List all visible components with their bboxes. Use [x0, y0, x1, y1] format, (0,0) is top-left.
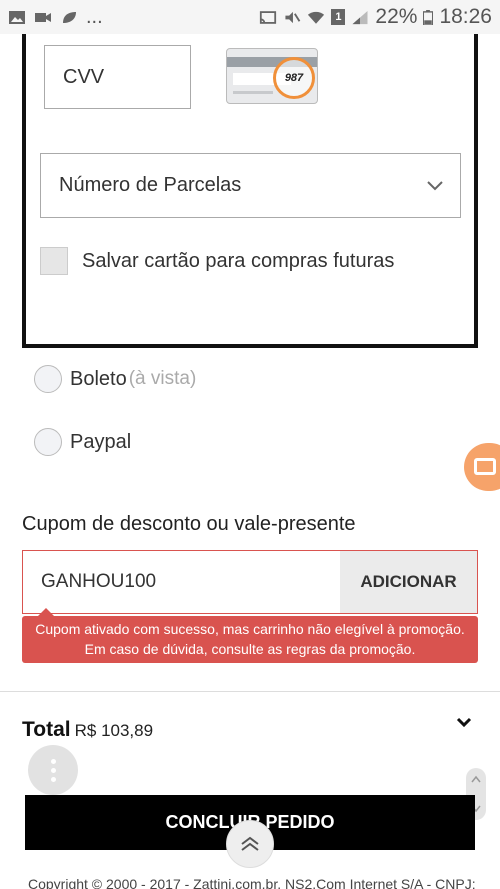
- order-total: Total R$ 103,89: [22, 718, 153, 742]
- signal-icon: [352, 10, 368, 24]
- status-bar-system: 1 22% 18:26: [259, 5, 492, 29]
- coupon-value: GANHOU100: [41, 571, 157, 592]
- divider: [0, 691, 500, 692]
- total-label: Total: [22, 718, 71, 741]
- cvv-input[interactable]: CVV: [44, 45, 191, 109]
- chevron-down-icon: [427, 181, 443, 191]
- save-card-checkbox[interactable]: [40, 247, 68, 275]
- cvv-highlight: 987: [273, 57, 315, 99]
- sim-badge: 1: [335, 11, 342, 23]
- coupon-title: Cupom de desconto ou vale-presente: [22, 513, 356, 535]
- battery-icon: [423, 9, 434, 25]
- boleto-sublabel: (à vista): [128, 368, 197, 389]
- sim-icon: 1: [331, 9, 346, 25]
- wifi-icon: [308, 11, 325, 24]
- more-dot-icon: [50, 758, 56, 764]
- payment-option-boleto[interactable]: Boleto (à vista): [34, 365, 196, 393]
- chevron-down-icon[interactable]: [455, 716, 473, 730]
- total-value: R$ 103,89: [74, 721, 154, 740]
- status-bar-notifications: ...: [8, 5, 103, 28]
- image-icon: [9, 10, 25, 24]
- leaf-icon: [63, 11, 76, 23]
- installments-select[interactable]: Número de Parcelas: [40, 153, 461, 218]
- boleto-label: Boleto: [70, 367, 127, 390]
- coupon-input[interactable]: GANHOU100: [23, 551, 340, 613]
- paypal-label: Paypal: [70, 430, 132, 453]
- mute-icon: [285, 11, 301, 23]
- coupon-field-group: GANHOU100 ADICIONAR: [22, 550, 478, 614]
- save-card-option: Salvar cartão para compras futuras: [40, 247, 394, 275]
- status-bar: ... 1 22% 18:26: [0, 0, 500, 34]
- more-dot-icon: [50, 776, 56, 782]
- cast-icon: [260, 10, 277, 24]
- card-print-line: [233, 91, 273, 94]
- coupon-alert-line-1: Cupom ativado com sucesso, mas carrinho …: [35, 621, 465, 637]
- installments-placeholder: Número de Parcelas: [59, 174, 242, 196]
- cvv-placeholder: CVV: [63, 65, 105, 88]
- boleto-radio[interactable]: [34, 365, 62, 393]
- more-options-button[interactable]: [28, 745, 78, 795]
- battery-percent: 22%: [375, 5, 418, 28]
- video-camera-icon: [474, 458, 496, 475]
- paypal-radio[interactable]: [34, 428, 62, 456]
- cvv-example-code: 987: [284, 72, 304, 84]
- video-chat-button[interactable]: [464, 443, 500, 491]
- clock: 18:26: [439, 5, 492, 28]
- video-icon: [35, 12, 51, 22]
- more-dot-icon: [50, 767, 56, 773]
- coupon-alert-line-2: Em caso de dúvida, consulte as regras da…: [84, 641, 416, 657]
- add-coupon-button[interactable]: ADICIONAR: [340, 551, 477, 613]
- coupon-error-alert: Cupom ativado com sucesso, mas carrinho …: [22, 608, 478, 663]
- payment-option-paypal[interactable]: Paypal: [34, 428, 131, 456]
- notification-overflow: ...: [86, 5, 103, 28]
- footer-copyright: Copyright © 2000 - 2017 - Zattini.com.br…: [28, 876, 476, 889]
- cvv-card-illustration: 987: [226, 48, 318, 104]
- scroll-to-top-button[interactable]: [226, 820, 274, 868]
- credit-card-form: CVV 987 Número de Parcelas Salvar cartão…: [22, 34, 478, 348]
- save-card-label: Salvar cartão para compras futuras: [82, 249, 395, 272]
- chevron-up-icon: [241, 836, 259, 851]
